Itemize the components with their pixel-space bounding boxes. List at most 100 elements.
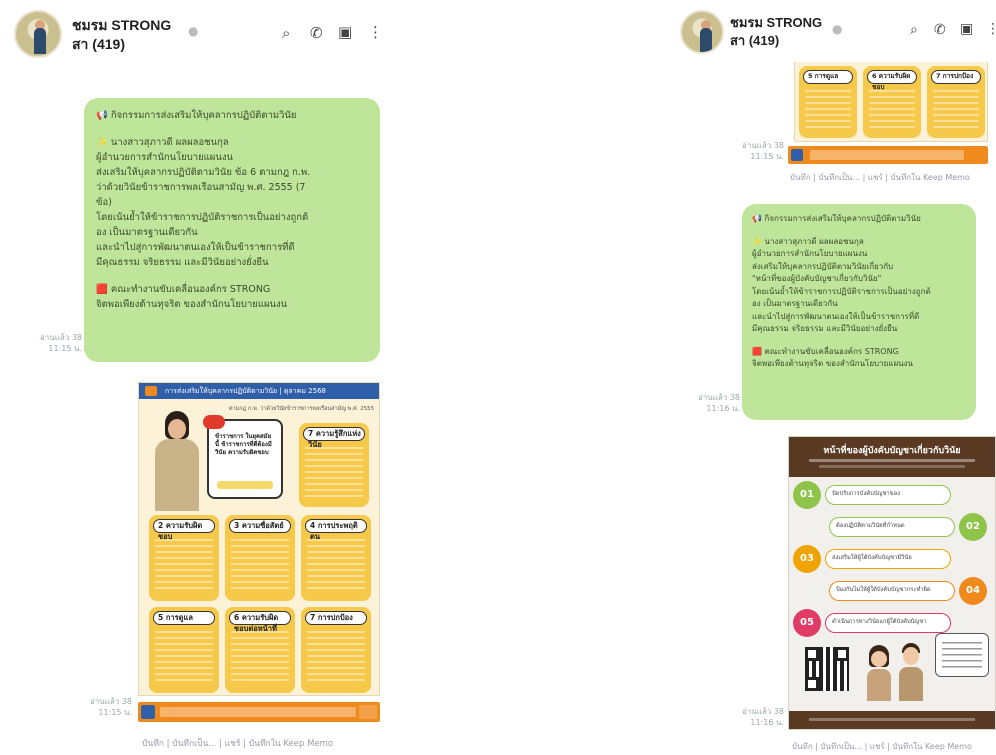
image-actions[interactable]: บันทึก | บันทึกเป็น... | แชร์ | บันทึกใน… <box>142 736 333 750</box>
message-line: และนำไปสู่การพัฒนาตนเองให้เป็นข้าราชการท… <box>96 242 295 253</box>
image-timestamp: อ่านแล้ว 38 11:15 น. <box>89 697 132 717</box>
message-line: ผู้อำนวยการสำนักนโยบายแผนงน <box>96 152 233 163</box>
rule-card: 7 การปกป้อง <box>927 66 985 138</box>
message-line: ผู้อำนวยการสำนักนโยบายแผนงน <box>752 249 868 258</box>
speech-text: ข้าราชการ ในยุคสมัยนี้ ข้าราชการที่ดีต้อ… <box>215 433 272 456</box>
promo-banner[interactable] <box>138 702 380 722</box>
ministry-logo-icon <box>145 386 157 396</box>
message-title: 📢 กิจกรรมการส่งเสริมให้บุคลากรปฏิบัติตาม… <box>96 110 297 121</box>
logo-icon <box>141 705 155 719</box>
step-number: 05 <box>793 609 821 637</box>
speech-box: ข้าราชการ ในยุคสมัยนี้ ข้าราชการที่ดีต้อ… <box>203 415 283 499</box>
infographic-header: หน้าที่ของผู้บังคับบัญชาเกี่ยวกับวินัย <box>823 446 961 456</box>
message-timestamp: อ่านแล้ว 38 11:15 น. <box>39 333 82 353</box>
message-paragraph-1: ✨ นางสาวสุภาวดี ผลผลอชนกุลผู้อำนวยการสำน… <box>752 236 966 336</box>
image-actions[interactable]: บันทึก | บันทึกเป็น... | แชร์ | บันทึกใน… <box>792 740 972 753</box>
strong-logo-icon <box>359 705 377 719</box>
step-text: ส่งเสริมให้ผู้ใต้บังคับบัญชามีวินัย <box>825 549 951 569</box>
person-illustration <box>897 643 925 701</box>
message-line: ส่งเสริมให้บุคลากรปฏิบัติตามวินัย ข้อ 6 … <box>96 167 311 178</box>
message-line: มีคุณธรรม จริยธรรม และมีวินัยอย่างยั่งยื… <box>752 324 898 333</box>
note-icon[interactable]: ▣ <box>338 23 352 41</box>
message-title: 📢 กิจกรรมการส่งเสริมให้บุคลากรปฏิบัติตาม… <box>752 214 921 223</box>
person-illustration <box>865 645 893 701</box>
infographic-image[interactable]: การส่งเสริมให้บุคลากรปฏิบัติตามวินัย | ต… <box>138 382 380 696</box>
group-avatar[interactable] <box>680 10 724 54</box>
infographic-footer-bar <box>789 711 995 729</box>
search-icon[interactable]: ⌕ <box>282 24 290 42</box>
step-text: ป้องกันไม่ให้ผู้ใต้บังคับบัญชากระทำผิด <box>829 581 955 601</box>
image-timestamp: อ่านแล้ว 38 11:16 น. <box>741 707 784 727</box>
message-bubble[interactable]: 📢 กิจกรรมการส่งเสริมให้บุคลากรปฏิบัติตาม… <box>84 98 380 362</box>
step-text: ต้องปฏิบัติตามวินัยที่กำหนด <box>829 517 955 537</box>
search-icon[interactable]: ⌕ <box>910 22 918 38</box>
message-line: และนำไปสู่การพัฒนาตนเองให้เป็นข้าราชการท… <box>752 311 920 321</box>
message-line: ว่าด้วยวินัยข้าราชการพลเรือนสามัญ พ.ศ. 2… <box>96 182 306 193</box>
rule-card: 6 ความรับผิดชอบต่อหน้าที่ <box>225 607 295 693</box>
group-name[interactable]: ชมรม STRONG สา (419) <box>72 16 171 54</box>
message-line: ส่งเสริมให้บุคลากรปฏิบัติตามวินัยเกี่ยวก… <box>752 261 894 271</box>
infographic-header-bar: หน้าที่ของผู้บังคับบัญชาเกี่ยวกับวินัย <box>789 437 995 477</box>
message-line: มีคุณธรรม จริยธรรม และมีวินัยอย่างยั่งยื… <box>96 257 269 268</box>
group-name[interactable]: ชมรม STRONG สา (419) <box>730 14 822 50</box>
more-icon[interactable]: ⋮ <box>986 21 996 37</box>
rule-card: 4 การประพฤติตน <box>301 515 371 601</box>
message-bubble[interactable]: 📢 กิจกรรมการส่งเสริมให้บุคลากรปฏิบัติตาม… <box>742 204 976 420</box>
step-number: 01 <box>793 481 821 509</box>
message-line: 🟥 คณะทำงานขับเคลื่อนองค์กร STRONG <box>96 284 271 295</box>
message-line: อง เป็นมาตรฐานเดียวกัน <box>96 227 198 238</box>
chat-pane-right: ชมรม STRONG สา (419) ● ⌕ ✆ ▣ ⋮ 5 การดูแล… <box>670 0 996 755</box>
speech-bubble <box>935 633 989 677</box>
group-name-line1: ชมรม STRONG <box>72 17 172 33</box>
image-actions[interactable]: บันทึก | บันทึกเป็น... | แชร์ | บันทึกใน… <box>790 171 970 184</box>
phone-icon[interactable]: ✆ <box>310 24 323 42</box>
message-line: ข้อ) <box>96 197 112 208</box>
rule-card: 7 ความรู้สึกแห่งวินัย <box>299 423 369 507</box>
image-timestamp: อ่านแล้ว 38 11:15 น. <box>741 141 784 161</box>
rule-card: 2 ความรับผิดชอบ <box>149 515 219 601</box>
message-line: อง เป็นมาตรฐานเดียวกัน <box>752 299 838 308</box>
group-avatar[interactable] <box>14 10 62 58</box>
message-paragraph-1: ✨ นางสาวสุภาวดี ผลผลอชนกุลผู้อำนวยการสำน… <box>96 135 368 270</box>
message-line: จิตพอเพียงต้านทุจริต ของสำนักนโยบายแผนงน <box>752 359 913 368</box>
rule-card: 7 การปกป้อง <box>301 607 371 693</box>
message-line: "หน้าที่ของผู้บังคับบัญชาเกี่ยวกับวินัย" <box>752 274 882 283</box>
infographic-subtitle: ตามกฎ ก.พ. ว่าด้วยวินัยข้าราชการพลเรือนส… <box>229 406 375 412</box>
infographic-image[interactable]: หน้าที่ของผู้บังคับบัญชาเกี่ยวกับวินัย 0… <box>788 436 996 730</box>
chat-pane-left: ชมรม STRONG สา (419) ● ⌕ ✆ ▣ ⋮ 📢 กิจกรรม… <box>0 0 390 755</box>
status-dot: ● <box>832 22 843 36</box>
message-line: โดยเน้นย้ำให้ข้าราชการปฏิบัติราชการเป็นอ… <box>752 286 931 296</box>
message-line: โดยเน้นย้ำให้ข้าราชการปฏิบัติราชการเป็นอ… <box>96 212 309 223</box>
status-dot: ● <box>188 24 199 38</box>
speaker-photo <box>147 411 207 511</box>
message-line: ✨ นางสาวสุภาวดี ผลผลอชนกุล <box>96 137 229 148</box>
message-line: 🟥 คณะทำงานขับเคลื่อนองค์กร STRONG <box>752 346 899 356</box>
group-name-line2: สา (419) <box>72 36 125 52</box>
rule-card: 5 การดูแล <box>149 607 219 693</box>
step-text: ปัดปรับการบังคับบัญชาของ <box>825 485 951 505</box>
rule-card: 3 ความซื่อสัตย์ <box>225 515 295 601</box>
rule-card: 6 ความรับผิดชอบ <box>863 66 921 138</box>
step-text: ดำเนินการทางวินัยแก่ผู้ใต้บังคับบัญชา <box>825 613 951 633</box>
more-icon[interactable]: ⋮ <box>368 23 383 41</box>
chat-header: ชมรม STRONG สา (419) ● ⌕ ✆ ▣ ⋮ <box>0 0 390 62</box>
note-icon[interactable]: ▣ <box>960 21 973 37</box>
infographic-image-partial[interactable]: 5 การดูแล 6 ความรับผิดชอบ 7 การปกป้อง <box>794 62 988 142</box>
logo-icon <box>791 149 803 161</box>
message-paragraph-2: 🟥 คณะทำงานขับเคลื่อนองค์กร STRONG จิตพอเพ… <box>96 282 368 312</box>
phone-icon[interactable]: ✆ <box>934 22 946 38</box>
badge-icon <box>203 415 225 429</box>
infographic-header: การส่งเสริมให้บุคลากรปฏิบัติตามวินัย | ต… <box>139 383 379 399</box>
group-name-line1: ชมรม STRONG <box>730 15 823 30</box>
message-line: จิตพอเพียงต้านทุจริต ของสำนักนโยบายแผนงน <box>96 299 288 310</box>
promo-banner[interactable] <box>788 146 988 164</box>
step-number: 02 <box>959 513 987 541</box>
message-paragraph-2: 🟥 คณะทำงานขับเคลื่อนองค์กร STRONG จิตพอเพ… <box>752 346 966 371</box>
rule-card: 5 การดูแล <box>799 66 857 138</box>
step-number: 03 <box>793 545 821 573</box>
chat-header: ชมรม STRONG สา (419) ● ⌕ ✆ ▣ ⋮ <box>670 0 996 62</box>
message-timestamp: อ่านแล้ว 38 11:16 น. <box>697 393 740 413</box>
qr-code-icon[interactable] <box>805 647 849 691</box>
step-number: 04 <box>959 577 987 605</box>
message-line: ✨ นางสาวสุภาวดี ผลผลอชนกุล <box>752 236 864 246</box>
